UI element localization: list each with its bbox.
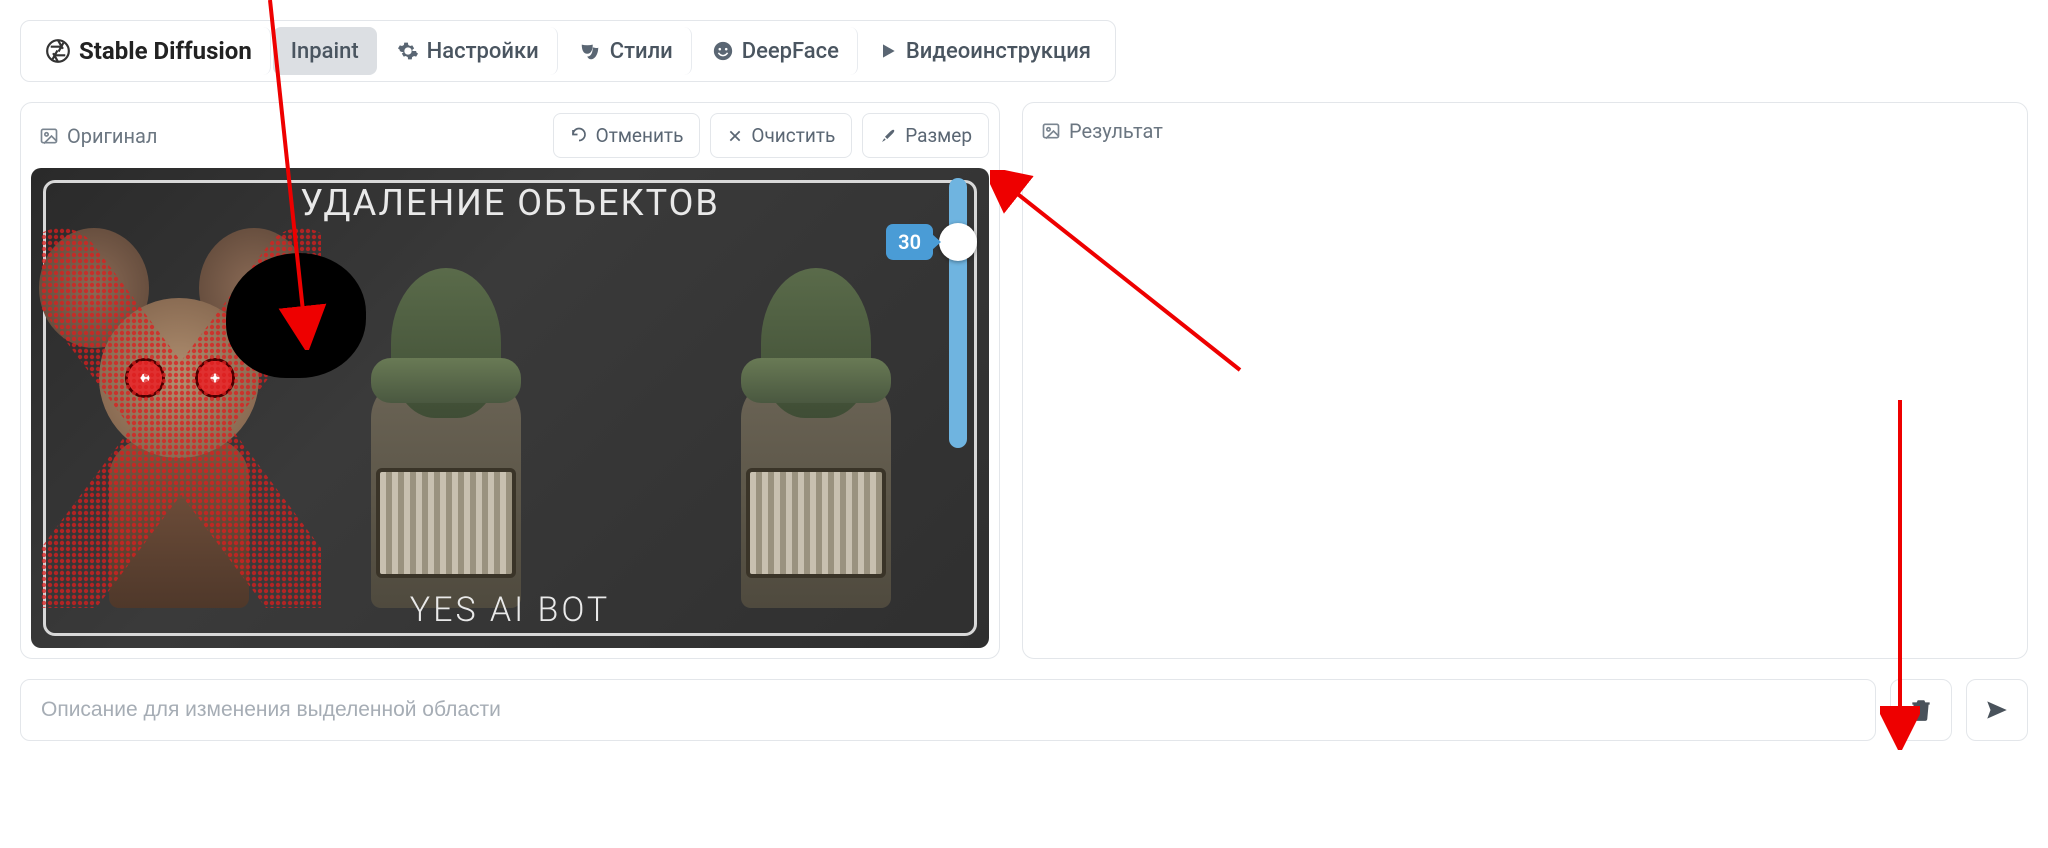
brush-size-slider[interactable] bbox=[949, 178, 967, 448]
styles-tab[interactable]: Стили bbox=[560, 27, 692, 75]
clear-label: Очистить bbox=[751, 124, 835, 147]
gear-icon bbox=[397, 40, 419, 62]
result-panel-header: Результат bbox=[1033, 113, 2017, 149]
send-icon bbox=[1984, 697, 2010, 723]
prompt-row bbox=[20, 679, 2028, 741]
image-icon bbox=[1041, 121, 1061, 141]
prompt-input[interactable] bbox=[20, 679, 1876, 741]
settings-tab[interactable]: Настройки bbox=[379, 27, 558, 75]
main-toolbar: Stable Diffusion Inpaint Настройки Стили… bbox=[20, 20, 1116, 82]
smile-icon bbox=[712, 40, 734, 62]
result-title: Результат bbox=[1033, 113, 1171, 149]
brand-label: Stable Diffusion bbox=[79, 37, 252, 65]
result-panel: Результат bbox=[1022, 102, 2028, 659]
canvas-footer: YES AI BOT bbox=[31, 590, 989, 630]
undo-button[interactable]: Отменить bbox=[553, 113, 701, 158]
video-label: Видеоинструкция bbox=[906, 39, 1091, 64]
original-label: Оригинал bbox=[67, 124, 157, 148]
deepface-label: DeepFace bbox=[742, 39, 839, 64]
settings-label: Настройки bbox=[427, 39, 539, 64]
inpaint-canvas[interactable]: УДАЛЕНИЕ ОБЪЕКТОВ YES AI BOT bbox=[31, 168, 989, 648]
canvas-subject-croc-2 bbox=[691, 248, 941, 608]
inpaint-tab[interactable]: Inpaint bbox=[273, 27, 377, 75]
delete-button[interactable] bbox=[1890, 679, 1952, 741]
clear-button[interactable]: Очистить bbox=[710, 113, 852, 158]
image-icon bbox=[39, 126, 59, 146]
undo-label: Отменить bbox=[596, 124, 684, 147]
brush-icon bbox=[879, 127, 897, 145]
brand-button[interactable]: Stable Diffusion bbox=[27, 27, 271, 75]
aperture-icon bbox=[45, 38, 71, 64]
undo-icon bbox=[570, 127, 588, 145]
canvas-subject-croc-1 bbox=[321, 248, 571, 608]
styles-label: Стили bbox=[610, 39, 673, 64]
deepface-tab[interactable]: DeepFace bbox=[694, 27, 858, 75]
brush-size-value: 30 bbox=[886, 224, 933, 260]
send-button[interactable] bbox=[1966, 679, 2028, 741]
panels-row: Оригинал Отменить Очистить bbox=[20, 102, 2028, 659]
canvas-heading: УДАЛЕНИЕ ОБЪЕКТОВ bbox=[31, 182, 989, 224]
size-label: Размер bbox=[905, 124, 972, 147]
original-panel-header: Оригинал Отменить Очистить bbox=[31, 113, 989, 158]
size-button[interactable]: Размер bbox=[862, 113, 989, 158]
x-icon bbox=[727, 128, 743, 144]
masks-icon bbox=[578, 40, 602, 62]
video-tab[interactable]: Видеоинструкция bbox=[860, 27, 1109, 75]
trash-icon bbox=[1908, 697, 1934, 723]
brush-size-thumb[interactable] bbox=[939, 223, 977, 261]
original-panel: Оригинал Отменить Очистить bbox=[20, 102, 1000, 659]
original-actions: Отменить Очистить Размер bbox=[553, 113, 989, 158]
play-icon bbox=[878, 41, 898, 61]
result-label: Результат bbox=[1069, 119, 1163, 143]
inpaint-label: Inpaint bbox=[291, 39, 359, 64]
original-title: Оригинал bbox=[31, 118, 165, 154]
